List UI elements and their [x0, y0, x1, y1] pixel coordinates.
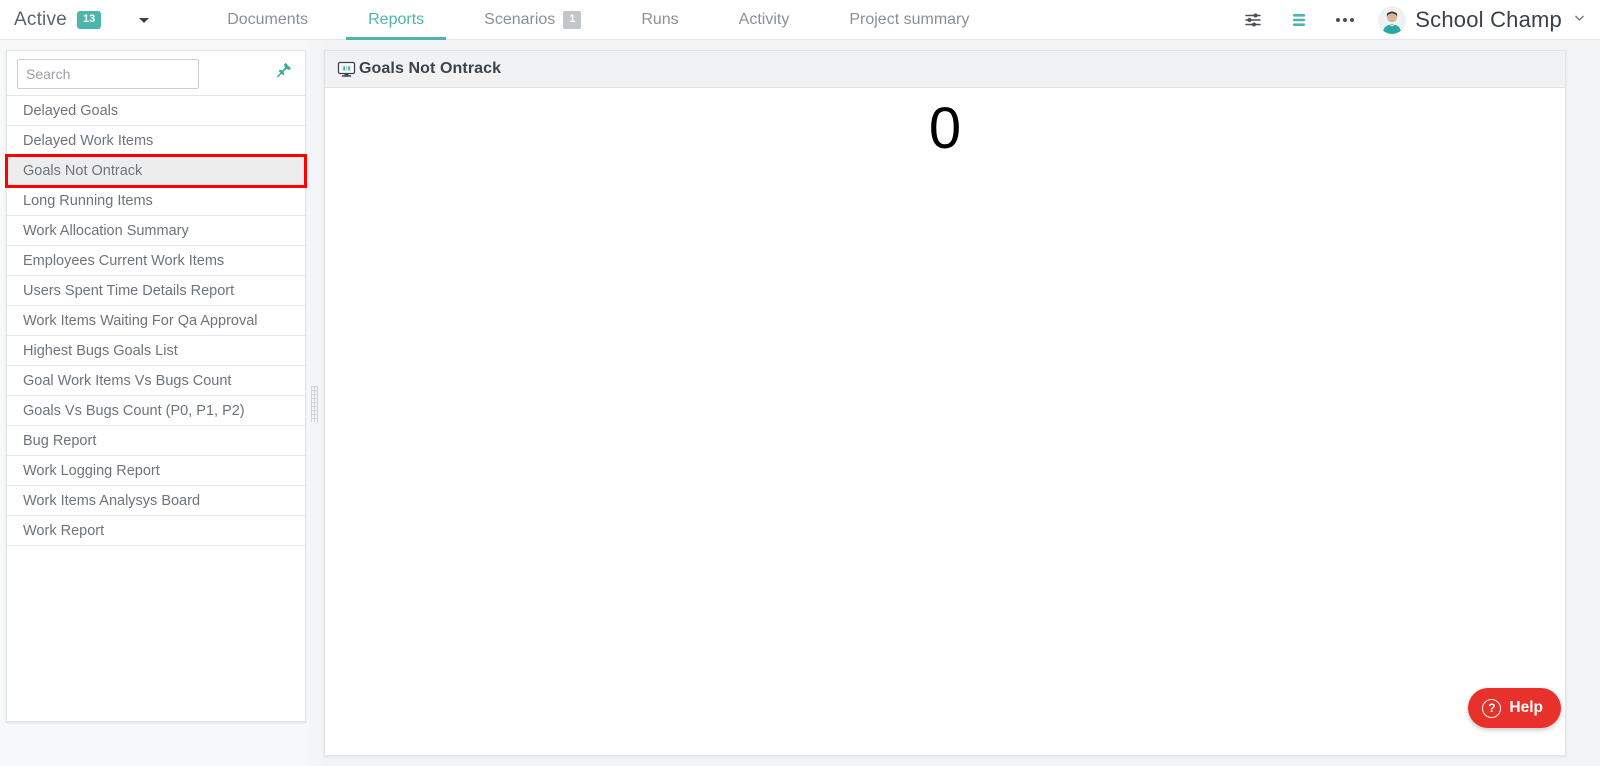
list-item[interactable]: Employees Current Work Items	[7, 246, 305, 276]
list-item[interactable]: Highest Bugs Goals List	[7, 336, 305, 366]
top-bar-actions: School Champ	[1240, 0, 1600, 40]
search-input[interactable]	[17, 59, 199, 89]
reports-sidebar: Delayed Goals Delayed Work Items Goals N…	[0, 40, 312, 766]
list-item[interactable]: Users Spent Time Details Report	[7, 276, 305, 306]
chevron-down-icon[interactable]	[131, 7, 157, 33]
reports-list: Delayed Goals Delayed Work Items Goals N…	[5, 95, 307, 546]
tab-label: Activity	[738, 10, 790, 28]
active-filter-label: Active	[14, 8, 67, 30]
report-value: 0	[928, 96, 962, 161]
tab-label: Documents	[227, 10, 309, 28]
tab-reports[interactable]: Reports	[338, 0, 454, 40]
list-item[interactable]: Work Report	[7, 516, 305, 546]
list-item-label: Work Allocation Summary	[23, 223, 189, 239]
list-item-label: Delayed Work Items	[23, 133, 154, 149]
report-card-title: Goals Not Ontrack	[359, 60, 502, 77]
user-menu[interactable]: School Champ	[1378, 5, 1586, 34]
main-tabs: Documents Reports Scenarios 1 Runs Activ…	[197, 0, 999, 40]
report-card-body: 0	[325, 88, 1565, 755]
sliders-icon[interactable]	[1240, 7, 1266, 33]
list-item[interactable]: Work Items Waiting For Qa Approval	[7, 306, 305, 336]
list-item-label: Goals Vs Bugs Count (P0, P1, P2)	[23, 403, 245, 419]
report-card: Goals Not Ontrack 0	[324, 50, 1566, 756]
report-card-header: Goals Not Ontrack	[325, 51, 1565, 88]
question-mark-icon: ?	[1482, 698, 1502, 718]
tab-label: Runs	[641, 10, 679, 28]
list-item[interactable]: Delayed Goals	[7, 96, 305, 126]
list-item[interactable]: Goal Work Items Vs Bugs Count	[7, 366, 305, 396]
list-item[interactable]: Work Allocation Summary	[7, 216, 305, 246]
list-item-label: Work Items Waiting For Qa Approval	[23, 313, 258, 329]
tab-scenarios[interactable]: Scenarios 1	[454, 0, 611, 40]
list-item-label: Work Items Analysys Board	[23, 493, 201, 509]
list-item-label: Work Logging Report	[23, 463, 160, 479]
list-item-label: Delayed Goals	[23, 103, 119, 119]
search-row	[7, 51, 305, 95]
tab-activity[interactable]: Activity	[709, 0, 820, 40]
reports-panel: Delayed Goals Delayed Work Items Goals N…	[5, 50, 307, 722]
monitor-report-icon	[336, 59, 356, 79]
tab-documents[interactable]: Documents	[197, 0, 338, 40]
list-item-label: Bug Report	[23, 433, 97, 449]
list-item[interactable]: Delayed Work Items	[7, 126, 305, 156]
list-item[interactable]: Goals Vs Bugs Count (P0, P1, P2)	[7, 396, 305, 426]
help-button[interactable]: ? Help	[1468, 688, 1561, 728]
tab-label: Reports	[368, 10, 425, 28]
list-item[interactable]: Work Items Analysys Board	[7, 486, 305, 516]
drag-handle-icon[interactable]	[311, 386, 318, 422]
list-item-label: Users Spent Time Details Report	[23, 283, 235, 299]
active-filter-group[interactable]: Active 13	[0, 0, 102, 40]
tab-label: Scenarios	[484, 10, 556, 28]
list-item-label: Goals Not Ontrack	[23, 163, 143, 179]
list-item-label: Highest Bugs Goals List	[23, 343, 178, 359]
tab-runs[interactable]: Runs	[611, 0, 708, 40]
scenarios-count-badge: 1	[563, 10, 582, 29]
tab-label: Project summary	[849, 10, 970, 28]
list-item-label: Work Report	[23, 523, 105, 539]
pushpin-icon[interactable]	[273, 59, 295, 81]
tab-project-summary[interactable]: Project summary	[819, 0, 999, 40]
list-item[interactable]: Bug Report	[7, 426, 305, 456]
list-item-label: Employees Current Work Items	[23, 253, 225, 269]
list-item-label: Long Running Items	[23, 193, 153, 209]
sidebar-splitter[interactable]	[309, 40, 321, 766]
username-label: School Champ	[1415, 6, 1562, 32]
more-horizontal-icon[interactable]	[1332, 14, 1358, 26]
chevron-down-icon[interactable]	[1573, 11, 1586, 29]
active-count-badge: 13	[76, 10, 102, 29]
list-item[interactable]: Work Logging Report	[7, 456, 305, 486]
top-bar: Active 13 Documents Reports Scenarios 1 …	[0, 0, 1600, 40]
content-area: Goals Not Ontrack 0	[321, 40, 1600, 766]
list-lines-icon[interactable]	[1286, 7, 1312, 33]
list-item[interactable]: Long Running Items	[7, 186, 305, 216]
list-item-goals-not-ontrack[interactable]: Goals Not Ontrack	[5, 154, 307, 188]
avatar	[1378, 5, 1407, 34]
help-button-label: Help	[1509, 699, 1543, 716]
list-item-label: Goal Work Items Vs Bugs Count	[23, 373, 232, 389]
